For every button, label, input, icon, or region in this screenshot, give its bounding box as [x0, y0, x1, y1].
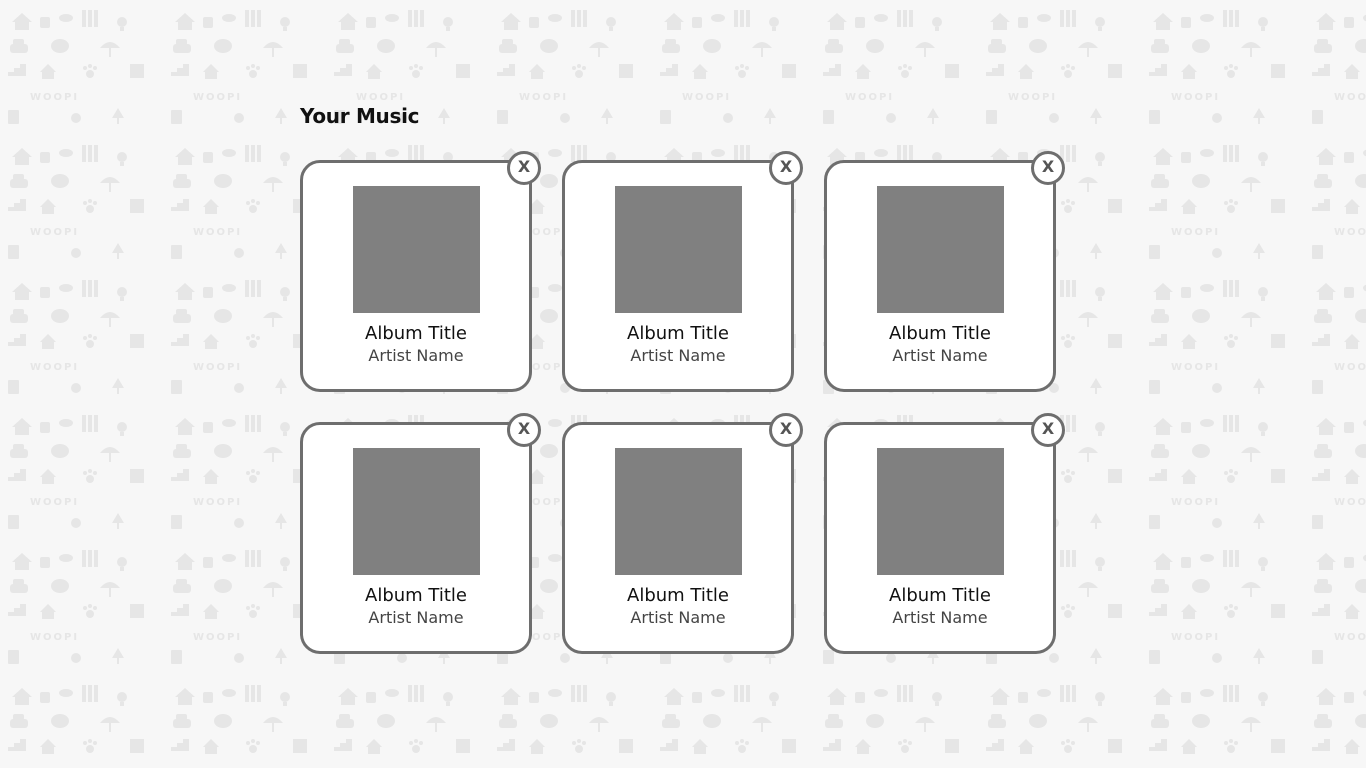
artist-name: Artist Name: [368, 608, 464, 627]
close-icon: X: [517, 419, 531, 438]
remove-album-button[interactable]: X: [769, 151, 803, 185]
close-icon: X: [779, 419, 793, 438]
artist-name: Artist Name: [630, 346, 726, 365]
album-title: Album Title: [627, 585, 729, 606]
album-cover: [352, 448, 480, 575]
artist-name: Artist Name: [892, 608, 988, 627]
album-card[interactable]: Album Title Artist Name X: [824, 151, 1065, 392]
album-card[interactable]: Album Title Artist Name X: [300, 413, 541, 654]
album-cover: [876, 186, 1004, 313]
album-title: Album Title: [889, 585, 991, 606]
remove-album-button[interactable]: X: [507, 413, 541, 447]
album-cover: [614, 448, 742, 575]
remove-album-button[interactable]: X: [1031, 413, 1065, 447]
album-title: Album Title: [889, 323, 991, 344]
close-icon: X: [517, 157, 531, 176]
close-icon: X: [1041, 157, 1055, 176]
album-card[interactable]: Album Title Artist Name X: [824, 413, 1065, 654]
album-card[interactable]: Album Title Artist Name X: [562, 151, 803, 392]
artist-name: Artist Name: [368, 346, 464, 365]
artist-name: Artist Name: [892, 346, 988, 365]
album-cover: [614, 186, 742, 313]
album-cover: [876, 448, 1004, 575]
album-title: Album Title: [365, 323, 467, 344]
album-cover: [352, 186, 480, 313]
page-title: Your Music: [300, 104, 420, 128]
music-library: Your Music Album Title Artist Name X Alb…: [300, 100, 1065, 654]
album-card[interactable]: Album Title Artist Name X: [562, 413, 803, 654]
remove-album-button[interactable]: X: [507, 151, 541, 185]
remove-album-button[interactable]: X: [1031, 151, 1065, 185]
album-grid: Album Title Artist Name X Album Title Ar…: [300, 151, 1065, 654]
remove-album-button[interactable]: X: [769, 413, 803, 447]
close-icon: X: [779, 157, 793, 176]
album-title: Album Title: [365, 585, 467, 606]
album-title: Album Title: [627, 323, 729, 344]
close-icon: X: [1041, 419, 1055, 438]
artist-name: Artist Name: [630, 608, 726, 627]
album-card[interactable]: Album Title Artist Name X: [300, 151, 541, 392]
